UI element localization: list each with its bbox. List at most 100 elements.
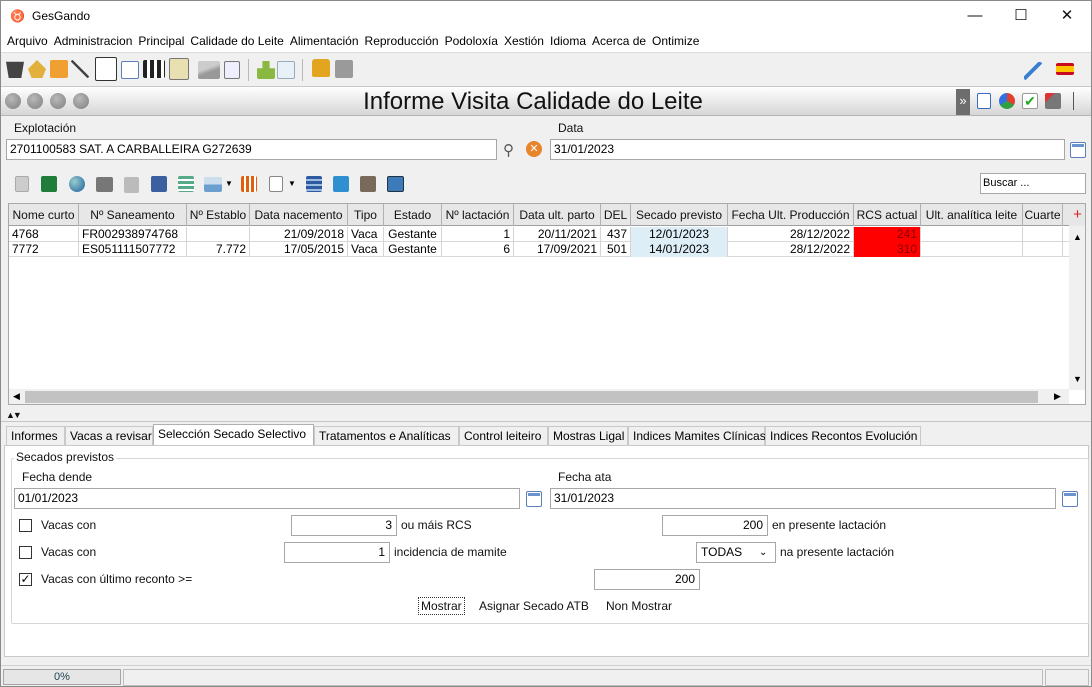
calendar-icon[interactable]: [1070, 142, 1086, 158]
splitter-arrows[interactable]: ▲▼: [6, 410, 22, 420]
sum-icon[interactable]: [333, 176, 349, 192]
clear-icon[interactable]: ✕: [526, 141, 542, 157]
column-header[interactable]: Data ult. parto: [514, 204, 601, 226]
table-cell[interactable]: 437: [601, 227, 631, 242]
rcs-threshold-field[interactable]: 200: [662, 515, 768, 536]
rcs-count-field[interactable]: 3: [291, 515, 397, 536]
horizontal-scrollbar[interactable]: ◀ ▶: [9, 389, 1069, 404]
tab-mostras-ligal[interactable]: Mostras Ligal: [548, 426, 628, 446]
search-icon[interactable]: ⚲: [503, 141, 519, 159]
table-cell[interactable]: 20/11/2021: [514, 227, 601, 242]
menu-ontimize[interactable]: Ontimize: [649, 31, 702, 52]
mamite-checkbox[interactable]: [19, 546, 32, 559]
table-cell[interactable]: Gestante: [384, 227, 442, 242]
table-cell[interactable]: [921, 242, 1023, 257]
table-settings-icon[interactable]: [178, 176, 194, 192]
columns-icon[interactable]: [241, 176, 257, 192]
menu-xestion[interactable]: Xestión: [501, 31, 547, 52]
table-cell[interactable]: 7.772: [187, 242, 250, 257]
pencil-icon[interactable]: [1024, 62, 1042, 80]
column-header[interactable]: Cuarte: [1023, 204, 1063, 226]
table-cell[interactable]: 310: [854, 242, 921, 257]
export-icon[interactable]: [387, 176, 404, 192]
tab-informes[interactable]: Informes: [6, 426, 65, 446]
report-icon[interactable]: [95, 57, 117, 81]
print-icon[interactable]: [96, 177, 113, 192]
truck-icon[interactable]: [198, 61, 220, 79]
scrollbar-thumb[interactable]: [25, 391, 1038, 403]
column-header[interactable]: Fecha Ult. Producción: [728, 204, 854, 226]
save-icon[interactable]: [151, 176, 167, 192]
table-cell[interactable]: Gestante: [384, 242, 442, 257]
table-cell[interactable]: 17/09/2021: [514, 242, 601, 257]
lock-icon[interactable]: [312, 59, 330, 77]
menu-arquivo[interactable]: Arquivo: [4, 31, 51, 52]
menu-calidade-do-leite[interactable]: Calidade do Leite: [187, 31, 286, 52]
filter-icon[interactable]: [360, 176, 376, 192]
tab-control-leiteiro[interactable]: Control leiteiro: [459, 426, 548, 446]
table-cell[interactable]: 28/12/2022: [728, 242, 854, 257]
mamite-count-field[interactable]: 1: [284, 542, 390, 563]
notebook-icon[interactable]: [169, 58, 189, 80]
table-cell[interactable]: Vaca: [348, 242, 384, 257]
table-row[interactable]: 4768 FR002938974768 21/09/2018 Vaca Gestante…: [9, 227, 1069, 242]
menu-administracion[interactable]: Administracion: [51, 31, 136, 52]
table-cell[interactable]: 12/01/2023: [631, 227, 728, 242]
table-cell[interactable]: 241: [854, 227, 921, 242]
check-icon[interactable]: ✔: [1022, 93, 1038, 109]
cow-icon[interactable]: [6, 61, 24, 78]
chevron-down-icon[interactable]: ▼: [288, 179, 296, 188]
page-icon[interactable]: [269, 176, 283, 192]
spain-flag-icon[interactable]: [1056, 63, 1074, 75]
tab-tratamentos-e-anal-ticas[interactable]: Tratamentos e Analíticas: [314, 426, 459, 446]
table-cell[interactable]: [1023, 227, 1063, 242]
calculator-icon[interactable]: [50, 60, 68, 78]
fecha-ata-field[interactable]: 31/01/2023: [550, 488, 1056, 509]
bottle-icon[interactable]: [257, 61, 275, 79]
n-icon[interactable]: [335, 60, 353, 78]
column-header[interactable]: Nome curto: [9, 204, 79, 226]
table-cell[interactable]: Vaca: [348, 227, 384, 242]
table-cell[interactable]: [921, 227, 1023, 242]
column-header[interactable]: Data nacemento: [250, 204, 348, 226]
chart-icon[interactable]: [999, 93, 1015, 109]
mail-icon[interactable]: [277, 61, 295, 79]
scroll-up-icon[interactable]: ▲: [1073, 232, 1082, 242]
asignar-secado-button[interactable]: Asignar Secado ATB: [479, 598, 589, 614]
table-cell[interactable]: 21/09/2018: [250, 227, 348, 242]
column-header[interactable]: Ult. analítica leite: [921, 204, 1023, 226]
column-header[interactable]: Nº Saneamento: [79, 204, 187, 226]
syringe-icon[interactable]: [71, 60, 89, 78]
table-cell[interactable]: FR002938974768: [79, 227, 187, 242]
calendar-icon[interactable]: [1062, 491, 1078, 507]
scroll-left-icon[interactable]: ◀: [13, 391, 20, 402]
brush-icon[interactable]: [1045, 93, 1061, 109]
fecha-dende-field[interactable]: 01/01/2023: [14, 488, 520, 509]
table-cell[interactable]: 28/12/2022: [728, 227, 854, 242]
table-cell[interactable]: 501: [601, 242, 631, 257]
non-mostrar-button[interactable]: Non Mostrar: [606, 598, 672, 614]
calendar-icon[interactable]: [526, 491, 542, 507]
scroll-right-icon[interactable]: ▶: [1054, 391, 1061, 402]
copy-icon[interactable]: [15, 176, 29, 192]
mamite-select[interactable]: TODAS ⌄: [696, 542, 776, 563]
cows-icon[interactable]: [143, 60, 165, 78]
table-cell[interactable]: 14/01/2023: [631, 242, 728, 257]
window-icon[interactable]: [224, 61, 240, 79]
column-header[interactable]: DEL: [601, 204, 631, 226]
table-row[interactable]: 7772 ES051111507772 7.772 17/05/2015 Vaca Ges…: [9, 242, 1069, 257]
table-cell[interactable]: 4768: [9, 227, 79, 242]
chevron-down-icon[interactable]: ▼: [225, 179, 233, 188]
scroll-down-icon[interactable]: ▼: [1073, 374, 1082, 384]
menu-idioma[interactable]: Idioma: [547, 31, 589, 52]
close-button[interactable]: ✕: [1044, 1, 1090, 31]
grid-search-input[interactable]: Buscar ...: [980, 173, 1086, 194]
table-cell[interactable]: [187, 227, 250, 242]
add-column-button[interactable]: +: [1069, 204, 1085, 226]
excel-icon[interactable]: [41, 176, 57, 192]
add-document-icon[interactable]: [124, 177, 139, 193]
mostrar-button[interactable]: Mostrar: [418, 597, 465, 615]
reconto-checkbox[interactable]: ✓: [19, 573, 32, 586]
table-cell[interactable]: 1: [442, 227, 514, 242]
table-cell[interactable]: ES051111507772: [79, 242, 187, 257]
